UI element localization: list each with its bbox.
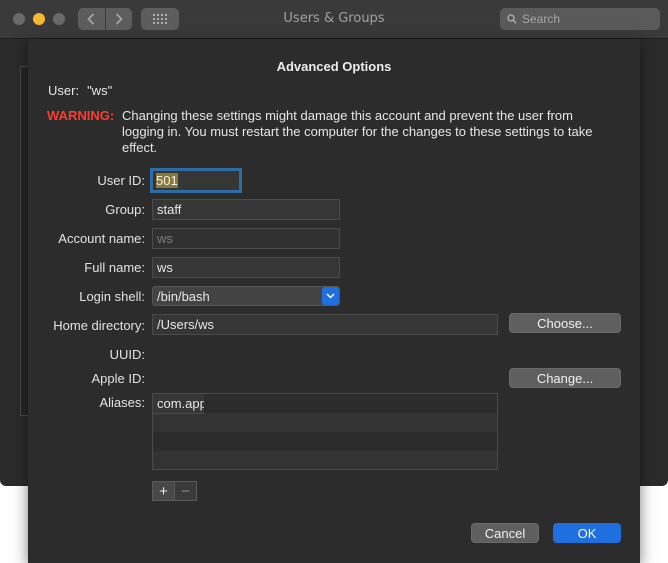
user-id-field[interactable]: 501 bbox=[150, 168, 242, 193]
search-icon bbox=[507, 14, 517, 24]
choose-button[interactable]: Choose... bbox=[509, 313, 621, 333]
list-item[interactable] bbox=[153, 394, 497, 413]
apple-id-label: Apple ID: bbox=[91, 371, 145, 386]
user-id-label: User ID: bbox=[97, 173, 145, 188]
cancel-button[interactable]: Cancel bbox=[471, 523, 539, 543]
group-field[interactable] bbox=[152, 199, 340, 220]
login-shell-popup[interactable]: /bin/bash bbox=[152, 286, 340, 306]
uuid-label: UUID: bbox=[109, 347, 145, 362]
login-shell-value: /bin/bash bbox=[157, 289, 210, 304]
user-value: "ws" bbox=[87, 83, 113, 98]
list-item[interactable] bbox=[153, 432, 497, 451]
account-name-field bbox=[152, 228, 340, 249]
aliases-label: Aliases: bbox=[99, 395, 145, 410]
search-field[interactable] bbox=[500, 8, 660, 30]
alias-edit-field[interactable]: com.apple bbox=[152, 393, 204, 414]
group-label: Group: bbox=[105, 202, 145, 217]
user-id-value: 501 bbox=[156, 173, 178, 188]
ok-button[interactable]: OK bbox=[553, 523, 621, 543]
home-directory-label: Home directory: bbox=[53, 318, 145, 333]
remove-alias-button[interactable]: − bbox=[174, 482, 196, 500]
warning-label: WARNING: bbox=[47, 108, 115, 123]
list-item[interactable] bbox=[153, 451, 497, 469]
search-input[interactable] bbox=[522, 12, 652, 26]
chevron-down-icon bbox=[326, 293, 335, 299]
account-name-label: Account name: bbox=[58, 231, 145, 246]
login-shell-label: Login shell: bbox=[79, 289, 145, 304]
user-label: User: bbox=[48, 83, 80, 98]
advanced-options-sheet: Advanced Options User: "ws" WARNING: Chan… bbox=[28, 39, 640, 563]
sheet-title: Advanced Options bbox=[276, 59, 392, 74]
alias-add-remove-control: + − bbox=[152, 481, 197, 501]
warning-text: Changing these settings might damage thi… bbox=[122, 108, 593, 155]
window-titlebar: Users & Groups bbox=[0, 0, 668, 39]
home-directory-field[interactable] bbox=[152, 314, 498, 335]
list-item[interactable] bbox=[153, 413, 497, 432]
full-name-field[interactable] bbox=[152, 257, 340, 278]
popup-arrow-button[interactable] bbox=[322, 287, 339, 305]
add-alias-button[interactable]: + bbox=[153, 482, 174, 500]
user-line: User: "ws" bbox=[48, 83, 112, 98]
change-button[interactable]: Change... bbox=[509, 368, 621, 388]
full-name-label: Full name: bbox=[84, 260, 145, 275]
